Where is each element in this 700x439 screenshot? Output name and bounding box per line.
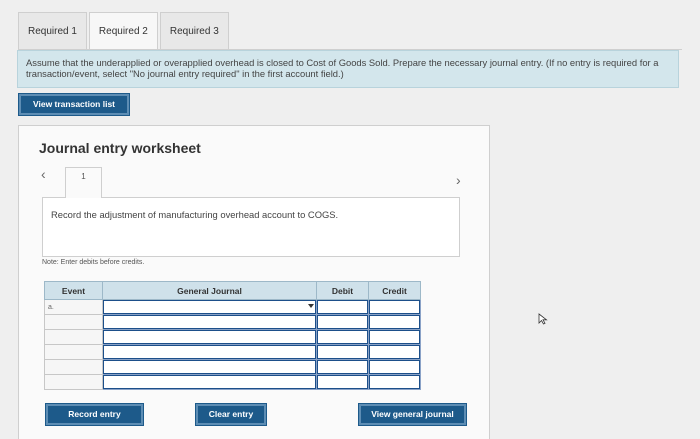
credit-input[interactable] [368, 299, 421, 315]
record-entry-button[interactable]: Record entry [46, 404, 143, 425]
account-input[interactable] [102, 359, 317, 375]
account-select[interactable] [102, 299, 317, 315]
journal-entry-worksheet: Journal entry worksheet ‹ › 1 Record the… [18, 125, 490, 439]
debit-input[interactable] [316, 344, 369, 360]
dropdown-arrow-icon[interactable] [308, 304, 314, 308]
account-input[interactable] [102, 329, 317, 345]
tab-required-3[interactable]: Required 3 [159, 12, 229, 50]
debit-input[interactable] [316, 329, 369, 345]
credit-input[interactable] [368, 344, 421, 360]
debits-note: Note: Enter debits before credits. [42, 259, 145, 266]
tab-required-1[interactable]: Required 1 [18, 12, 87, 50]
account-input[interactable] [102, 344, 317, 360]
credit-input[interactable] [368, 329, 421, 345]
event-cell: a. [44, 299, 103, 315]
record-instruction-text: Record the adjustment of manufacturing o… [51, 209, 339, 220]
column-header-debit: Debit [316, 281, 369, 300]
view-transaction-list-button[interactable]: View transaction list [19, 94, 129, 115]
debit-input[interactable] [316, 314, 369, 330]
table-row [44, 344, 421, 360]
credit-input[interactable] [368, 359, 421, 375]
tab-bar: Required 1 Required 2 Required 3 [18, 12, 231, 51]
journal-table: Event General Journal Debit Credit a. [44, 281, 421, 390]
debit-input[interactable] [316, 374, 369, 390]
column-header-event: Event [44, 281, 103, 300]
event-cell [44, 314, 103, 330]
clear-entry-button[interactable]: Clear entry [196, 404, 266, 425]
event-cell [44, 359, 103, 375]
worksheet-title: Journal entry worksheet [39, 140, 201, 156]
column-header-credit: Credit [368, 281, 421, 300]
view-general-journal-button[interactable]: View general journal [359, 404, 466, 425]
event-cell [44, 329, 103, 345]
record-instruction-box: Record the adjustment of manufacturing o… [42, 197, 460, 257]
credit-input[interactable] [368, 374, 421, 390]
tab-required-2[interactable]: Required 2 [88, 12, 158, 51]
debit-input[interactable] [316, 359, 369, 375]
event-cell [44, 374, 103, 390]
credit-input[interactable] [368, 314, 421, 330]
account-input[interactable] [102, 314, 317, 330]
worksheet-page-tab[interactable]: 1 [65, 167, 102, 198]
table-row [44, 374, 421, 390]
table-row: a. [44, 299, 421, 315]
debit-input[interactable] [316, 299, 369, 315]
column-header-general-journal: General Journal [102, 281, 317, 300]
chevron-left-icon[interactable]: ‹ [41, 166, 46, 182]
table-row [44, 329, 421, 345]
chevron-right-icon[interactable]: › [456, 172, 461, 188]
event-cell [44, 344, 103, 360]
instructions-panel: Assume that the underapplied or overappl… [17, 50, 679, 88]
table-row [44, 359, 421, 375]
table-row [44, 314, 421, 330]
mouse-cursor-icon [538, 313, 548, 325]
account-input[interactable] [102, 374, 317, 390]
